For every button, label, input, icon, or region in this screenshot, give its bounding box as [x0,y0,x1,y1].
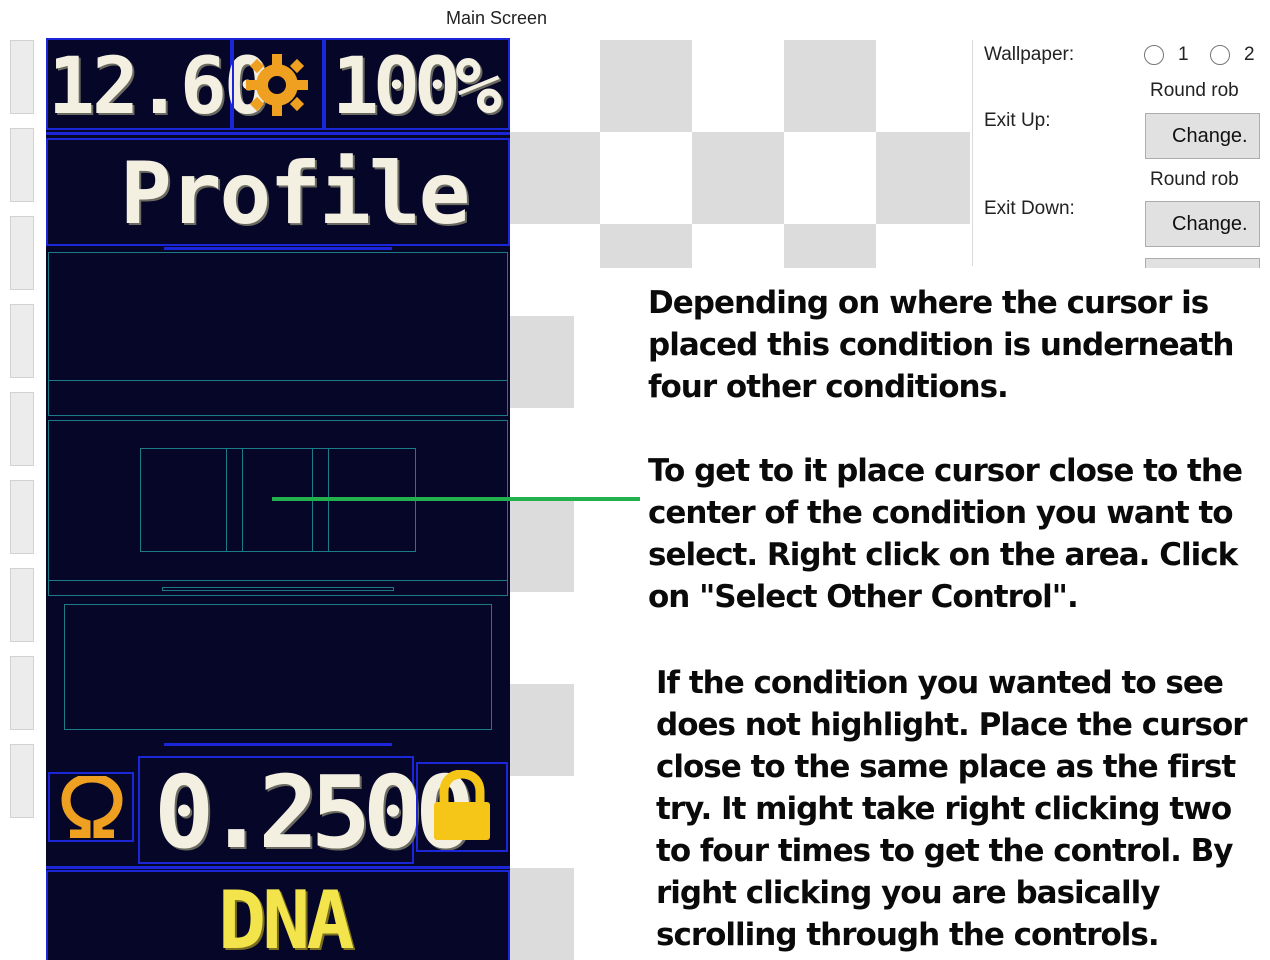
divider-line [46,132,510,135]
condition-bar [162,587,394,591]
wallpaper-option-1: 1 [1178,44,1189,65]
gear-icon [246,54,308,116]
wallpaper-label: Wallpaper: [984,44,1075,65]
panel-divider [972,40,973,266]
exit-up-label: Exit Up: [984,110,1051,131]
wallpaper-radio-1[interactable] [1144,45,1164,65]
condition-area-2[interactable] [48,380,508,416]
exit-down-value: Round rob [1150,169,1239,190]
mode-value: DNA [218,874,354,960]
toolbar-button-9[interactable] [10,744,34,818]
toolbar-button-2[interactable] [10,128,34,202]
exit-up-change-button[interactable]: Change. [1145,113,1260,159]
condition-divider [226,448,227,552]
profile-name: Profile 1 [120,144,510,244]
annotation-para-3: If the condition you wanted to see does … [656,665,1248,953]
divider-line [46,866,510,869]
condition-divider [242,448,243,552]
toolbar-button-4[interactable] [10,304,34,378]
battery-value: 100% [332,42,502,132]
annotation-pointer-line [272,497,640,501]
divider-line [164,743,392,746]
divider-line [164,247,392,250]
ohm-icon [61,776,123,838]
toolbar-button-7[interactable] [10,568,34,642]
toolbar-button-5[interactable] [10,392,34,466]
screen-title: Main Screen [446,8,548,28]
annotation-para-1: Depending on where the cursor is placed … [648,285,1234,405]
condition-area-5[interactable] [64,604,492,730]
next-button-edge[interactable] [1145,258,1260,268]
lock-icon [434,770,490,840]
toolbar-button-3[interactable] [10,216,34,290]
wallpaper-radio-2[interactable] [1210,45,1230,65]
wallpaper-option-2: 2 [1244,44,1255,65]
toolbar-button-8[interactable] [10,656,34,730]
annotation-para-2: To get to it place cursor close to the c… [648,453,1243,615]
toolbar-button-1[interactable] [10,40,34,114]
exit-down-label: Exit Down: [984,198,1075,219]
toolbar-button-6[interactable] [10,480,34,554]
exit-down-change-button[interactable]: Change. [1145,201,1260,247]
exit-up-value: Round rob [1150,80,1239,101]
